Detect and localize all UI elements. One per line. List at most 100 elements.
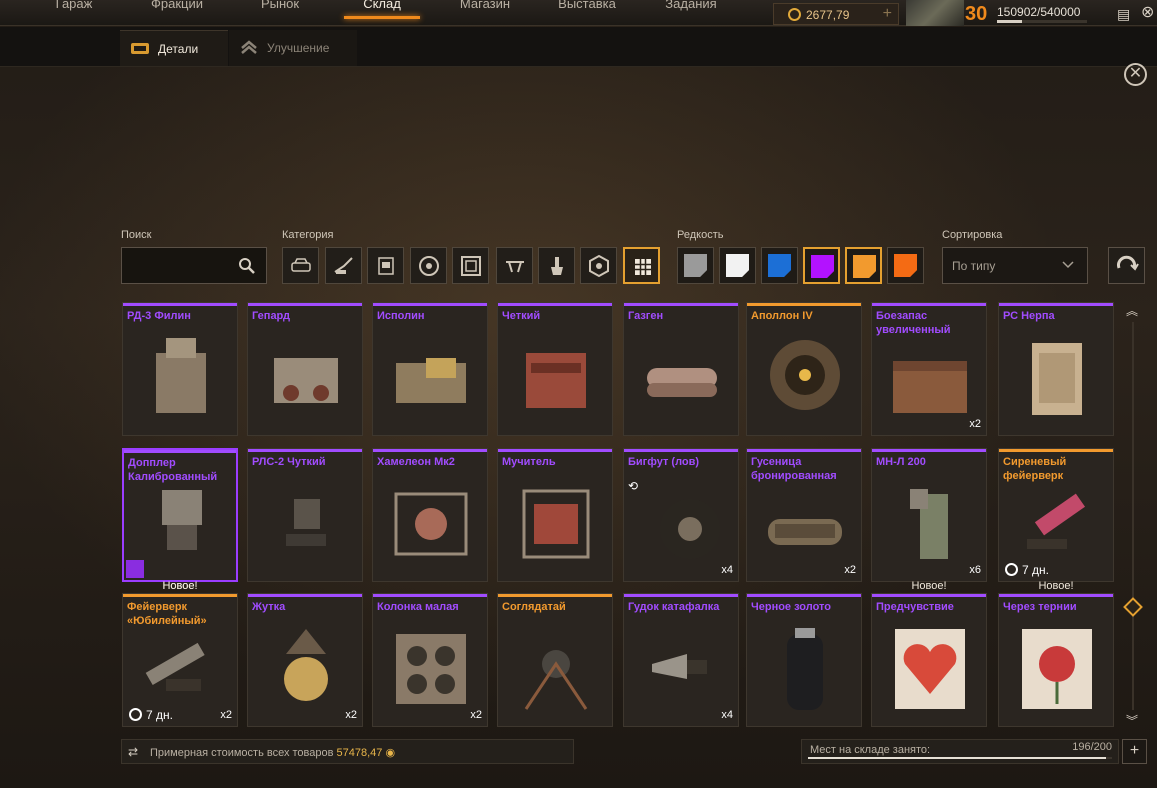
rarity-swatch xyxy=(768,254,791,277)
nav-tab-factions[interactable]: Фракции xyxy=(148,0,206,18)
item-image xyxy=(396,634,466,704)
item-card[interactable]: Колонка малая x2 xyxy=(372,593,488,727)
category-melee-button[interactable] xyxy=(496,247,533,284)
close-icon[interactable]: ✕ xyxy=(1124,63,1147,86)
item-card[interactable]: Хамелеон Мк2 xyxy=(372,448,488,582)
sort-select[interactable]: По типу xyxy=(942,247,1088,284)
storage-label: Мест на складе занято: xyxy=(810,744,931,756)
scroll-track[interactable] xyxy=(1132,322,1134,710)
decor-icon xyxy=(551,257,563,275)
rarity-special-button[interactable] xyxy=(761,247,798,284)
item-card[interactable]: Мучитель xyxy=(497,448,613,582)
item-card[interactable]: Газген xyxy=(623,302,739,436)
rarity-strip xyxy=(498,594,612,597)
item-image xyxy=(284,629,328,701)
category-decor-button[interactable] xyxy=(538,247,575,284)
item-image xyxy=(286,499,326,546)
category-weapon-button[interactable] xyxy=(325,247,362,284)
rarity-swatch xyxy=(726,254,749,277)
item-card[interactable]: Гудок катафалка x4 xyxy=(623,593,739,727)
rarity-epic-button[interactable] xyxy=(803,247,840,284)
rarity-strip xyxy=(373,449,487,452)
item-image xyxy=(526,353,586,408)
expand-storage-button[interactable]: + xyxy=(1122,739,1147,764)
item-card[interactable]: Соглядатай xyxy=(497,593,613,727)
close-game-icon[interactable]: ⊗ xyxy=(1141,2,1154,22)
item-card[interactable]: Гусеница бронированная x2 xyxy=(746,448,862,582)
scrollbar[interactable]: ︽ ︾ xyxy=(1123,300,1143,730)
item-image xyxy=(396,358,466,403)
item-card[interactable]: Жутка x2 xyxy=(247,593,363,727)
search-input[interactable] xyxy=(121,247,267,284)
item-name: Мучитель xyxy=(502,456,556,468)
category-frame-button[interactable] xyxy=(452,247,489,284)
item-card[interactable]: Предчувствие xyxy=(871,593,987,727)
item-card[interactable]: РС Нерпа xyxy=(998,302,1114,436)
category-wheel-button[interactable] xyxy=(410,247,447,284)
item-image xyxy=(1027,493,1086,549)
nav-tab-market[interactable]: Рынок xyxy=(258,0,302,18)
search-label: Поиск xyxy=(121,229,152,241)
add-currency-icon[interactable]: + xyxy=(883,5,892,23)
item-name: Гепард xyxy=(252,310,290,322)
rarity-common-button[interactable] xyxy=(677,247,714,284)
coin-icon: ◉ xyxy=(385,747,396,759)
crate-icon xyxy=(131,43,149,54)
rarity-strip xyxy=(248,594,362,597)
item-card[interactable]: Гепард xyxy=(247,302,363,436)
upgrade-icon xyxy=(241,40,257,54)
item-card[interactable]: РЛС-2 Чуткий xyxy=(247,448,363,582)
scroll-down-icon[interactable]: ︾ xyxy=(1126,712,1138,729)
rarity-strip xyxy=(999,303,1113,306)
category-all-button[interactable] xyxy=(623,247,660,284)
rarity-strip xyxy=(999,449,1113,452)
rarity-relic-button[interactable] xyxy=(887,247,924,284)
item-card[interactable]: Исполин xyxy=(372,302,488,436)
rarity-strip xyxy=(747,594,861,597)
category-cabin-button[interactable] xyxy=(282,247,319,284)
item-card[interactable]: Фейерверк «Юбилейный» x2 7 дн. xyxy=(122,593,238,727)
storage-icon[interactable]: ▤ xyxy=(1117,6,1130,23)
item-quantity: x2 xyxy=(844,564,856,576)
nav-tab-shop[interactable]: Магазин xyxy=(456,0,514,18)
item-card[interactable]: МН-Л 200 x6 xyxy=(871,448,987,582)
nav-tab-storage[interactable]: Склад xyxy=(344,0,420,19)
item-card[interactable]: Черное золото xyxy=(746,593,862,727)
currency-amount: 2677,79 xyxy=(806,8,850,22)
item-quantity: x4 xyxy=(721,564,733,576)
exchange-icon[interactable]: ⇄ xyxy=(128,745,138,759)
scroll-thumb[interactable] xyxy=(1123,597,1143,617)
wheel-icon xyxy=(419,256,439,276)
rarity-strip xyxy=(373,594,487,597)
nav-tab-garage[interactable]: Гараж xyxy=(50,0,98,18)
new-label: Новое! xyxy=(162,580,198,592)
category-paint-button[interactable] xyxy=(580,247,617,284)
new-label: Новое! xyxy=(1038,580,1074,592)
tab-details[interactable]: Детали xyxy=(120,30,228,66)
tab-upgrade[interactable]: Улучшение xyxy=(229,30,357,66)
category-module-button[interactable] xyxy=(367,247,404,284)
rarity-rare-button[interactable] xyxy=(719,247,756,284)
item-image xyxy=(162,490,202,550)
nav-tab-exhibition[interactable]: Выставка xyxy=(556,0,618,18)
item-image xyxy=(394,492,468,556)
total-cost-value: 57478,47 xyxy=(336,747,383,759)
refresh-button[interactable] xyxy=(1108,247,1145,284)
item-image xyxy=(1032,343,1082,415)
item-card[interactable]: РД-3 Филин xyxy=(122,302,238,436)
rarity-legendary-button[interactable] xyxy=(845,247,882,284)
rarity-swatch xyxy=(853,255,876,278)
sort-value: По типу xyxy=(952,259,996,273)
item-card[interactable]: Четкий xyxy=(497,302,613,436)
item-card[interactable]: Боезапас увеличенный x2 xyxy=(871,302,987,436)
avatar[interactable] xyxy=(906,0,964,26)
scroll-up-icon[interactable]: ︽ xyxy=(1126,302,1138,319)
item-card[interactable]: Допплер Калиброванный xyxy=(122,448,238,582)
item-card[interactable]: Через тернии xyxy=(998,593,1114,727)
item-card[interactable]: Бигфут (лов) x4 ⟲ xyxy=(623,448,739,582)
item-image xyxy=(647,368,717,397)
nav-tab-quests[interactable]: Задания xyxy=(663,0,719,18)
item-card[interactable]: Аполлон IV xyxy=(746,302,862,436)
item-card[interactable]: Сиреневый фейерверк 7 дн. xyxy=(998,448,1114,582)
currency-balance[interactable]: 2677,79 + xyxy=(773,3,899,25)
